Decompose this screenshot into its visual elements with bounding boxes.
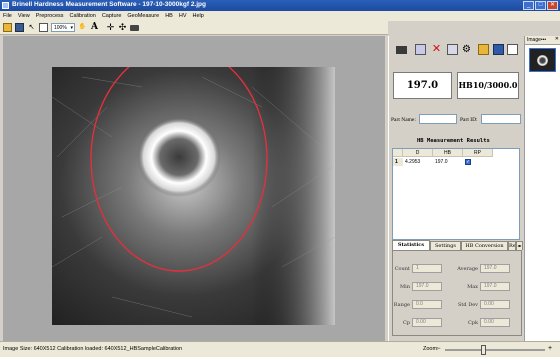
image-panel-close-icon[interactable]: ✕	[555, 36, 559, 42]
range-label: Range	[393, 302, 410, 308]
image-thumbnail-panel: Image••• ✕	[524, 36, 560, 341]
tab-re[interactable]: Re	[508, 241, 516, 250]
window-title: Brinell Hardness Measurement Software - …	[12, 1, 206, 8]
column-header-hb[interactable]: HB	[433, 149, 463, 157]
average-label: Average	[457, 266, 478, 272]
menu-help[interactable]: Help	[192, 13, 203, 19]
table-corner	[393, 149, 403, 157]
part-name-label: Part Name:	[391, 117, 416, 123]
menu-bar: File View Preprocess Calibration Capture…	[0, 11, 560, 21]
menu-geomeasure[interactable]: GeoMeasure	[127, 13, 159, 19]
hardness-scale-display: HB10/3000.0	[457, 72, 519, 99]
indentation-image[interactable]	[52, 67, 335, 325]
toolbar: ↖ 100% ✋ A ✛ ✣	[0, 21, 388, 35]
save-file-icon[interactable]	[493, 44, 504, 55]
zoom-out-icon[interactable]: −	[437, 346, 441, 352]
cell-d[interactable]: 4.2953	[403, 158, 433, 166]
cp-label: Cp	[402, 320, 410, 326]
camera-icon[interactable]	[130, 24, 139, 31]
check-icon[interactable]	[415, 44, 426, 55]
tab-settings[interactable]: Settings	[430, 241, 461, 250]
menu-view[interactable]: View	[18, 13, 30, 19]
stddev-label: Std Dev	[457, 302, 478, 308]
cp-field: 0.00	[412, 318, 442, 327]
max-field: 197.0	[480, 282, 510, 291]
part-id-label: Part ID:	[460, 117, 478, 123]
min-field: 197.0	[412, 282, 442, 291]
open-folder-icon[interactable]	[3, 23, 12, 32]
column-header-d[interactable]: D	[403, 149, 433, 157]
thumbnail-indentation	[537, 55, 548, 66]
minimize-button[interactable]: _	[523, 1, 534, 10]
count-label: Count	[394, 266, 410, 272]
column-header-rp[interactable]: RP	[463, 149, 493, 157]
image-thumbnail[interactable]	[529, 48, 556, 72]
save-icon[interactable]	[15, 23, 24, 32]
tab-scroll-arrows[interactable]: ◂▸	[516, 241, 523, 250]
tab-hb-conversion[interactable]: HB Conversion	[461, 241, 508, 250]
maximize-button[interactable]: □	[535, 1, 546, 10]
open-file-icon[interactable]	[478, 44, 489, 55]
status-bar: Image Size: 640X512 Calibration loaded: …	[0, 341, 560, 357]
pointer-icon[interactable]: ↖	[27, 23, 36, 32]
max-label: Max	[467, 284, 478, 290]
zoom-in-icon[interactable]: +	[548, 345, 552, 352]
settings-gear-icon[interactable]: ⚙	[461, 44, 472, 55]
tab-statistics[interactable]: Statistics	[392, 240, 430, 250]
page-icon[interactable]	[39, 23, 48, 32]
status-text: Image Size: 640X512 Calibration loaded: …	[3, 346, 183, 352]
menu-capture[interactable]: Capture	[102, 13, 122, 19]
blank-page-icon[interactable]	[507, 44, 518, 55]
cell-hb[interactable]: 197.0	[433, 158, 463, 166]
min-label: Min	[400, 284, 410, 290]
indentation-image-svg	[52, 67, 335, 325]
close-button[interactable]: ✕	[547, 1, 558, 10]
hardness-value-display: 197.0	[393, 72, 452, 99]
zoom-slider-thumb[interactable]	[481, 345, 486, 355]
statistics-panel: Count 1 Average 197.0 Min 197.0 Max 197.…	[392, 250, 522, 336]
zoom-select[interactable]: 100%	[51, 23, 75, 32]
delete-icon[interactable]: ✕	[431, 44, 442, 55]
count-field: 1	[412, 264, 442, 273]
font-icon[interactable]: A	[90, 23, 99, 32]
menu-hv[interactable]: HV	[179, 13, 187, 19]
menu-preprocess[interactable]: Preprocess	[36, 13, 64, 19]
cpk-label: Cpk	[467, 320, 478, 326]
results-table[interactable]: D HB RP 1 4.2953 197.0 ✓	[392, 148, 520, 240]
results-title: HB Measurement Results	[417, 138, 490, 144]
part-name-input[interactable]	[419, 114, 457, 124]
cpk-field: 0.00	[480, 318, 510, 327]
menu-calibration[interactable]: Calibration	[70, 13, 96, 19]
menu-file[interactable]: File	[3, 13, 12, 19]
crosshair-icon[interactable]: ✛	[106, 23, 115, 32]
image-panel-title: Image•••	[527, 37, 547, 43]
approve-icon[interactable]	[447, 44, 458, 55]
zoom-slider[interactable]	[445, 345, 545, 355]
measurement-panel: ✕ ⚙ 197.0 HB10/3000.0 Part Name: Part ID…	[388, 36, 523, 341]
rp-checkbox[interactable]: ✓	[465, 159, 471, 165]
range-field: 0.0	[412, 300, 442, 309]
average-field: 197.0	[480, 264, 510, 273]
hand-icon[interactable]: ✋	[78, 23, 87, 32]
camera-capture-icon[interactable]	[396, 46, 407, 54]
menu-hb[interactable]: HB	[165, 13, 173, 19]
move-icon[interactable]: ✣	[118, 23, 127, 32]
stddev-field: 0.00	[480, 300, 510, 309]
row-index: 1	[393, 158, 403, 166]
cell-rp[interactable]: ✓	[463, 158, 493, 166]
part-id-input[interactable]	[481, 114, 521, 124]
image-panel-header: Image••• ✕	[525, 36, 560, 45]
title-bar: Brinell Hardness Measurement Software - …	[0, 0, 560, 11]
app-icon	[2, 2, 9, 9]
